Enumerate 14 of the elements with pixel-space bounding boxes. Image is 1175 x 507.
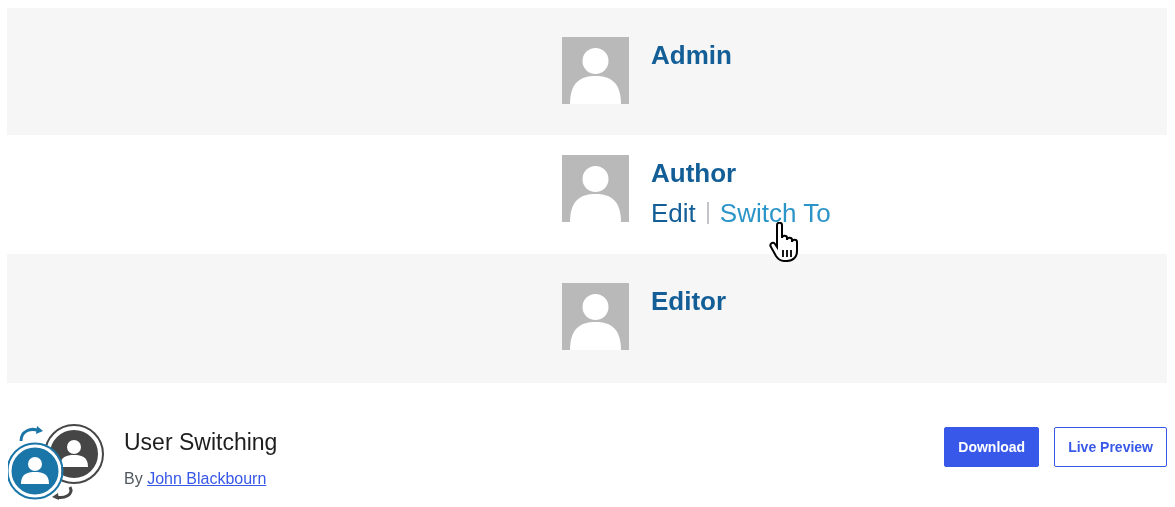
avatar-icon xyxy=(562,37,629,104)
byline: By xyxy=(124,469,143,487)
user-name[interactable]: Admin xyxy=(651,37,732,73)
switch-link[interactable]: Switch To xyxy=(719,197,831,229)
edit-link[interactable]: Edit xyxy=(651,197,696,229)
plugin-title: User Switching xyxy=(124,428,279,456)
plugin-logo-icon xyxy=(8,421,104,501)
preview-button[interactable]: Live Preview xyxy=(1054,427,1167,467)
avatar-icon xyxy=(562,283,629,350)
user-name[interactable]: Editor xyxy=(651,283,727,319)
author-link[interactable]: John Blackbourn xyxy=(147,469,267,487)
user-name[interactable]: Author xyxy=(651,155,831,191)
avatar-icon xyxy=(562,155,629,222)
download-button[interactable]: Download xyxy=(944,427,1040,467)
